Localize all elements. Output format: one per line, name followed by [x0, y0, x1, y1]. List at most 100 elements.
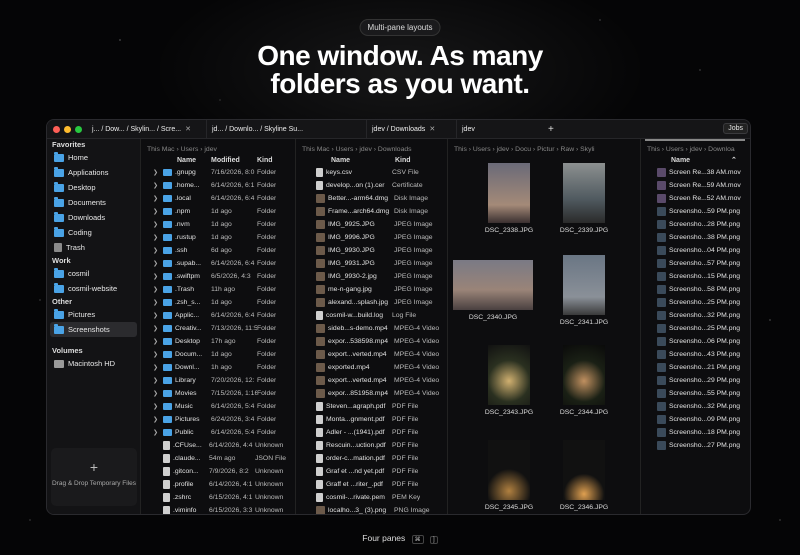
table-row[interactable]: Screen Re...59 AM.mov: [641, 179, 750, 192]
table-row[interactable]: IMG_9925.JPG JPEG Image: [296, 218, 447, 231]
breadcrumb[interactable]: This Mac › Users › jdev: [141, 144, 295, 155]
new-tab-button[interactable]: +: [542, 124, 560, 135]
sidebar-item[interactable]: Home: [47, 150, 140, 165]
table-row[interactable]: cosmil-w...build.log Log File: [296, 309, 447, 322]
close-tab-icon[interactable]: ✕: [185, 125, 191, 133]
close-window-button[interactable]: [53, 125, 60, 133]
table-row[interactable]: ❯ Movies 7/15/2026, 1:16 Folder: [141, 387, 295, 400]
table-row[interactable]: ❯ Docum... 1d ago Folder: [141, 348, 295, 361]
sidebar-item[interactable]: Downloads: [47, 210, 140, 225]
table-row[interactable]: Screensho...04 PM.png: [641, 244, 750, 257]
table-row[interactable]: cosmil-...rivate.pem PEM Key: [296, 491, 447, 504]
column-name[interactable]: Name: [641, 155, 731, 166]
photo-item[interactable]: DSC_2345.JPG: [473, 440, 545, 511]
table-row[interactable]: ❯ Public 6/14/2026, 5:4 Folder: [141, 426, 295, 439]
table-row[interactable]: IMG_9996.JPG JPEG Image: [296, 231, 447, 244]
table-row[interactable]: Screensho...28 PM.png: [641, 218, 750, 231]
column-kind[interactable]: Kind: [395, 155, 411, 166]
table-row[interactable]: ❯ .Trash 11h ago Folder: [141, 283, 295, 296]
table-row[interactable]: exported.mp4 MPEG-4 Video: [296, 361, 447, 374]
sidebar-item[interactable]: Coding: [47, 225, 140, 240]
table-row[interactable]: ❯ Applic... 6/14/2026, 6:4 Folder: [141, 309, 295, 322]
table-row[interactable]: Screensho...59 PM.png: [641, 205, 750, 218]
table-row[interactable]: Screensho...29 PM.png: [641, 374, 750, 387]
table-row[interactable]: sideb...s-demo.mp4 MPEG-4 Video: [296, 322, 447, 335]
table-row[interactable]: IMG_9931.JPG JPEG Image: [296, 257, 447, 270]
table-row[interactable]: Screensho...09 PM.png: [641, 413, 750, 426]
sidebar-item[interactable]: Applications: [47, 165, 140, 180]
sidebar-item[interactable]: Desktop: [47, 180, 140, 195]
table-row[interactable]: ❯ Pictures 6/24/2026, 3:4 Folder: [141, 413, 295, 426]
table-row[interactable]: ❯ Desktop 17h ago Folder: [141, 335, 295, 348]
table-row[interactable]: ❯ .supab... 6/14/2026, 6:4 Folder: [141, 257, 295, 270]
sidebar-item[interactable]: Trash: [47, 240, 140, 255]
tab-1[interactable]: j... / Dow... / Skylin... / Scre... ✕: [87, 120, 207, 139]
table-row[interactable]: keys.csv CSV File: [296, 166, 447, 179]
column-name[interactable]: Name: [141, 155, 211, 166]
table-row[interactable]: Screensho...15 PM.png: [641, 270, 750, 283]
table-row[interactable]: Screensho...21 PM.png: [641, 361, 750, 374]
breadcrumb[interactable]: This › Users › jdev › Downloa: [641, 144, 750, 155]
breadcrumb[interactable]: This › Users › jdev › Docu › Pictur › Ra…: [448, 144, 640, 155]
table-row[interactable]: Screensho...06 PM.png: [641, 335, 750, 348]
photo-item[interactable]: DSC_2338.JPG: [473, 163, 545, 234]
table-row[interactable]: IMG_9930-2.jpg JPEG Image: [296, 270, 447, 283]
table-row[interactable]: ❯ Library 7/20/2026, 12: Folder: [141, 374, 295, 387]
zoom-window-button[interactable]: [75, 125, 82, 133]
table-row[interactable]: ❯ .gnupg 7/16/2026, 8:0 Folder: [141, 166, 295, 179]
table-row[interactable]: Screensho...58 PM.png: [641, 283, 750, 296]
drop-zone[interactable]: + Drag & Drop Temporary Files: [51, 448, 137, 506]
table-row[interactable]: IMG_9930.JPG JPEG Image: [296, 244, 447, 257]
jobs-button[interactable]: Jobs: [723, 123, 748, 134]
table-row[interactable]: Screensho...25 PM.png: [641, 296, 750, 309]
table-row[interactable]: Screen Re...52 AM.mov: [641, 192, 750, 205]
table-row[interactable]: ❯ .ssh 6d ago Folder: [141, 244, 295, 257]
table-row[interactable]: me-n-gang.jpg JPEG Image: [296, 283, 447, 296]
sidebar-item[interactable]: cosmil: [47, 266, 140, 281]
table-row[interactable]: ❯ .npm 1d ago Folder: [141, 205, 295, 218]
sidebar-item[interactable]: cosmil-website: [47, 281, 140, 296]
table-row[interactable]: alexand...splash.jpg JPEG Image: [296, 296, 447, 309]
photo-item[interactable]: DSC_2344.JPG: [548, 345, 620, 416]
table-row[interactable]: Screensho...25 PM.png: [641, 322, 750, 335]
column-name[interactable]: Name: [296, 155, 395, 166]
table-row[interactable]: Screensho...27 PM.png: [641, 439, 750, 452]
table-row[interactable]: localho...3_ (3).png PNG Image: [296, 504, 447, 514]
table-row[interactable]: Screensho...18 PM.png: [641, 426, 750, 439]
table-row[interactable]: ❯ Creativ... 7/13/2026, 11:5 Folder: [141, 322, 295, 335]
table-row[interactable]: ❯ Music 6/14/2026, 5:4 Folder: [141, 400, 295, 413]
table-row[interactable]: .claude... 54m ago JSON File: [141, 452, 295, 465]
photo-item[interactable]: DSC_2341.JPG: [548, 255, 620, 326]
table-row[interactable]: ❯ .rustup 1d ago Folder: [141, 231, 295, 244]
sort-chevron-icon[interactable]: ⌃: [731, 155, 737, 166]
photo-item[interactable]: DSC_2346.JPG: [548, 440, 620, 511]
table-row[interactable]: .profile 6/14/2026, 4:1 Unknown: [141, 478, 295, 491]
table-row[interactable]: export...verted.mp4 MPEG-4 Video: [296, 348, 447, 361]
table-row[interactable]: Rescuin...uction.pdf PDF File: [296, 439, 447, 452]
column-modified[interactable]: Modified: [211, 155, 257, 166]
table-row[interactable]: .zshrc 6/15/2026, 4:1 Unknown: [141, 491, 295, 504]
table-row[interactable]: Graff et ...riter_.pdf PDF File: [296, 478, 447, 491]
table-row[interactable]: Screensho...43 PM.png: [641, 348, 750, 361]
table-row[interactable]: Screensho...57 PM.png: [641, 257, 750, 270]
table-row[interactable]: Graf et ...nd yet.pdf PDF File: [296, 465, 447, 478]
table-row[interactable]: ❯ .swiftpm 6/5/2026, 4:3 Folder: [141, 270, 295, 283]
photo-item[interactable]: DSC_2343.JPG: [473, 345, 545, 416]
table-row[interactable]: .viminfo 6/15/2026, 3:3 Unknown: [141, 504, 295, 514]
tab-2[interactable]: jd... / Downlo... / Skyline Su...: [207, 120, 367, 139]
table-row[interactable]: ❯ .home... 6/14/2026, 6:1 Folder: [141, 179, 295, 192]
table-row[interactable]: Frame...arch64.dmg Disk Image: [296, 205, 447, 218]
table-row[interactable]: Monta...gnment.pdf PDF File: [296, 413, 447, 426]
table-row[interactable]: order-c...mation.pdf PDF File: [296, 452, 447, 465]
table-row[interactable]: ❯ .nvm 1d ago Folder: [141, 218, 295, 231]
table-row[interactable]: expor...538598.mp4 MPEG-4 Video: [296, 335, 447, 348]
table-row[interactable]: ❯ .local 6/14/2026, 6:4 Folder: [141, 192, 295, 205]
table-row[interactable]: develop...on (1).cer Certificate: [296, 179, 447, 192]
table-row[interactable]: Screensho...32 PM.png: [641, 400, 750, 413]
minimize-window-button[interactable]: [64, 125, 71, 133]
table-row[interactable]: Screen Re...38 AM.mov: [641, 166, 750, 179]
tab-4[interactable]: jdev: [457, 120, 542, 139]
table-row[interactable]: .gitcon... 7/9/2026, 8:2 Unknown: [141, 465, 295, 478]
photo-item[interactable]: DSC_2340.JPG: [448, 260, 548, 321]
table-row[interactable]: expor...851958.mp4 MPEG-4 Video: [296, 387, 447, 400]
